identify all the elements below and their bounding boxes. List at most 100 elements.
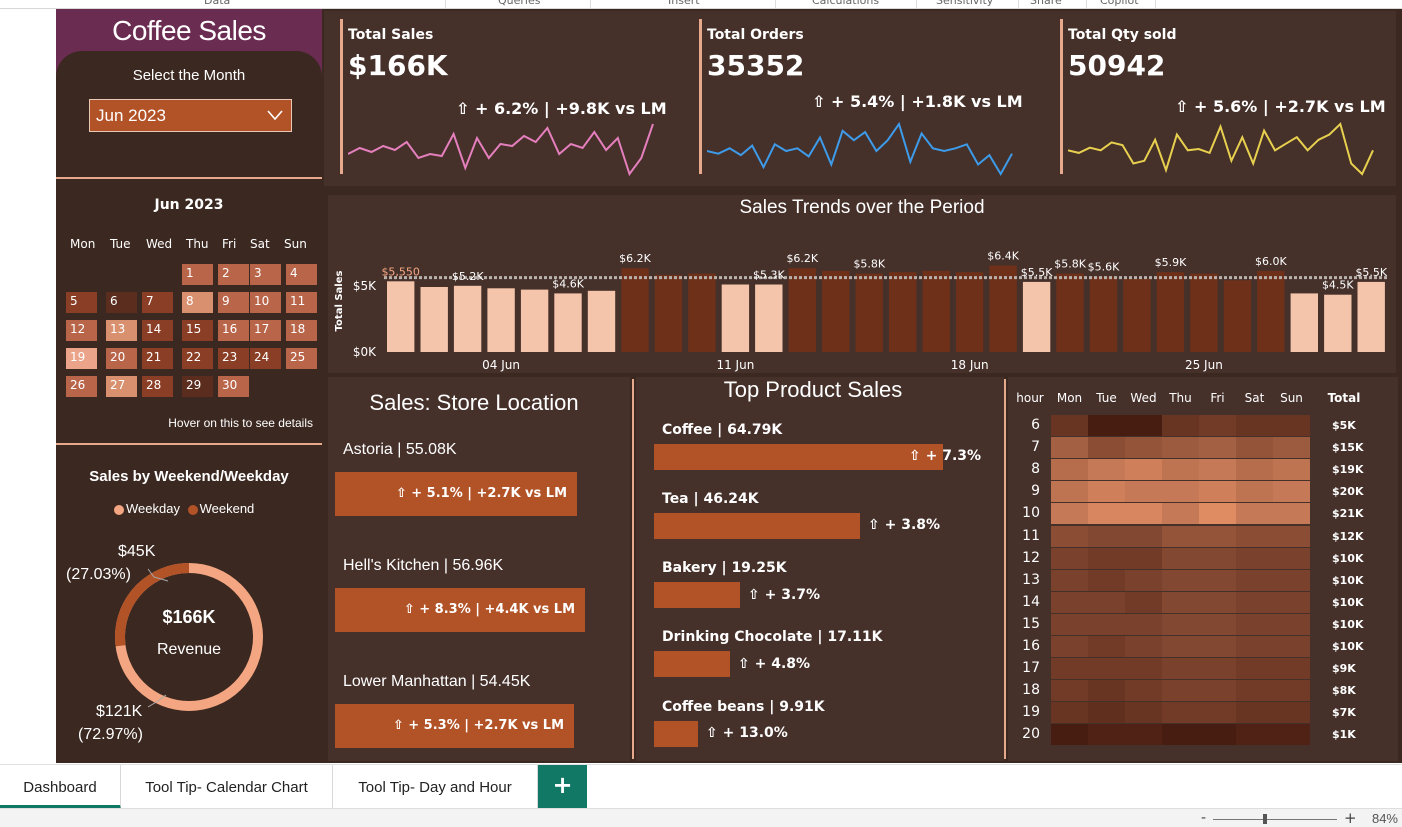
heatmap-cell[interactable] [1125,614,1162,635]
store-bar[interactable]: ⇧ + 5.3% | +2.7K vs LM [335,704,574,748]
heatmap-cell[interactable] [1273,503,1310,524]
trend-bar[interactable] [520,289,549,352]
heatmap-cell[interactable] [1051,724,1088,745]
heatmap-cell[interactable] [1088,614,1125,635]
heatmap-cell[interactable] [1273,437,1310,458]
heatmap-cell[interactable] [1273,481,1310,502]
heatmap-cell[interactable] [1088,570,1125,591]
heatmap-cell[interactable] [1125,658,1162,679]
heatmap-cell[interactable] [1088,526,1125,547]
heatmap-cell[interactable] [1125,437,1162,458]
trend-bar[interactable] [788,268,816,352]
trend-bar[interactable] [755,284,783,353]
heatmap-cell[interactable] [1162,481,1199,502]
heatmap-cell[interactable] [1199,503,1236,524]
calendar-day[interactable]: 15 [182,320,213,341]
heatmap-cell[interactable] [1199,592,1236,613]
calendar-day[interactable]: 16 [218,320,249,341]
heatmap-cell[interactable] [1125,526,1162,547]
product-bar[interactable] [654,651,730,677]
heatmap-cell[interactable] [1088,680,1125,701]
product-bar[interactable] [654,721,698,747]
calendar-day[interactable]: 14 [142,320,173,341]
calendar-day[interactable]: 1 [182,264,213,285]
tab-day-hour-tooltip[interactable]: Tool Tip- Day and Hour [333,765,538,809]
heatmap-cell[interactable] [1051,526,1088,547]
trend-bar[interactable] [721,284,750,353]
calendar-day[interactable]: 7 [142,292,173,313]
heatmap-cell[interactable] [1051,459,1088,480]
heatmap-cell[interactable] [1273,415,1310,436]
heatmap-cell[interactable] [1273,658,1310,679]
calendar-day[interactable]: 27 [106,376,137,397]
heatmap-cell[interactable] [1051,503,1088,524]
calendar-day[interactable]: 28 [142,376,173,397]
heatmap-cell[interactable] [1162,614,1199,635]
heatmap-cell[interactable] [1162,415,1199,436]
trend-bar[interactable] [1156,272,1185,352]
heatmap-cell[interactable] [1088,481,1125,502]
heatmap-cell[interactable] [1199,658,1236,679]
trend-bar[interactable] [453,285,482,352]
ribbon-label[interactable]: Queries [498,0,540,7]
heatmap-cell[interactable] [1236,614,1273,635]
calendar-day[interactable]: 17 [250,320,281,341]
add-page-button[interactable]: + [538,765,587,809]
heatmap-cell[interactable] [1199,526,1236,547]
heatmap-cell[interactable] [1236,702,1273,723]
tab-dashboard[interactable]: Dashboard [0,765,121,809]
heatmap-cell[interactable] [1162,592,1199,613]
trend-bar[interactable] [587,290,616,352]
trend-bar[interactable] [688,273,716,352]
zoom-out-button[interactable]: - [1201,810,1206,826]
heatmap-cell[interactable] [1088,724,1125,745]
heatmap-cell[interactable] [1162,548,1199,569]
heatmap-cell[interactable] [1199,636,1236,657]
heatmap-cell[interactable] [1162,459,1199,480]
heatmap-cell[interactable] [1125,724,1162,745]
ribbon-label[interactable]: Share [1030,0,1062,7]
heatmap-cell[interactable] [1199,614,1236,635]
heatmap-cell[interactable] [1162,570,1199,591]
heatmap-cell[interactable] [1088,437,1125,458]
heatmap-cell[interactable] [1125,636,1162,657]
heatmap-cell[interactable] [1051,592,1088,613]
heatmap-cell[interactable] [1162,503,1199,524]
trend-bar[interactable] [1022,281,1051,352]
heatmap-cell[interactable] [1199,459,1236,480]
heatmap-cell[interactable] [1236,481,1273,502]
heatmap-cell[interactable] [1125,570,1162,591]
heatmap-cell[interactable] [1125,415,1162,436]
heatmap-cell[interactable] [1125,548,1162,569]
calendar-day[interactable]: 25 [286,348,317,369]
heatmap-cell[interactable] [1088,702,1125,723]
trend-bar[interactable] [1190,273,1218,352]
trend-bar[interactable] [654,274,683,352]
heatmap-cell[interactable] [1199,437,1236,458]
calendar-day[interactable]: 8 [182,292,213,313]
trend-bar[interactable] [822,270,850,352]
trend-bar[interactable] [989,265,1017,353]
heatmap-cell[interactable] [1051,570,1088,591]
ribbon-label[interactable]: Sensitivity [936,0,993,7]
ribbon-label[interactable]: Data [204,0,230,7]
heatmap-cell[interactable] [1125,459,1162,480]
heatmap-cell[interactable] [1199,724,1236,745]
heatmap-cell[interactable] [1088,503,1125,524]
heatmap-cell[interactable] [1088,658,1125,679]
calendar-day[interactable]: 24 [250,348,281,369]
heatmap-cell[interactable] [1236,636,1273,657]
heatmap-cell[interactable] [1088,636,1125,657]
heatmap-cell[interactable] [1162,724,1199,745]
heatmap-cell[interactable] [1162,680,1199,701]
trend-bar[interactable] [1357,281,1385,352]
calendar-day[interactable]: 20 [106,348,137,369]
store-bar[interactable]: ⇧ + 8.3% | +4.4K vs LM [335,588,585,632]
trend-bar[interactable] [487,288,515,352]
trend-bar[interactable] [1223,280,1252,352]
heatmap-cell[interactable] [1125,702,1162,723]
store-bar[interactable]: ⇧ + 5.1% | +2.7K vs LM [335,472,577,516]
heatmap-cell[interactable] [1162,437,1199,458]
calendar-day[interactable]: 13 [106,320,137,341]
heatmap-cell[interactable] [1273,680,1310,701]
